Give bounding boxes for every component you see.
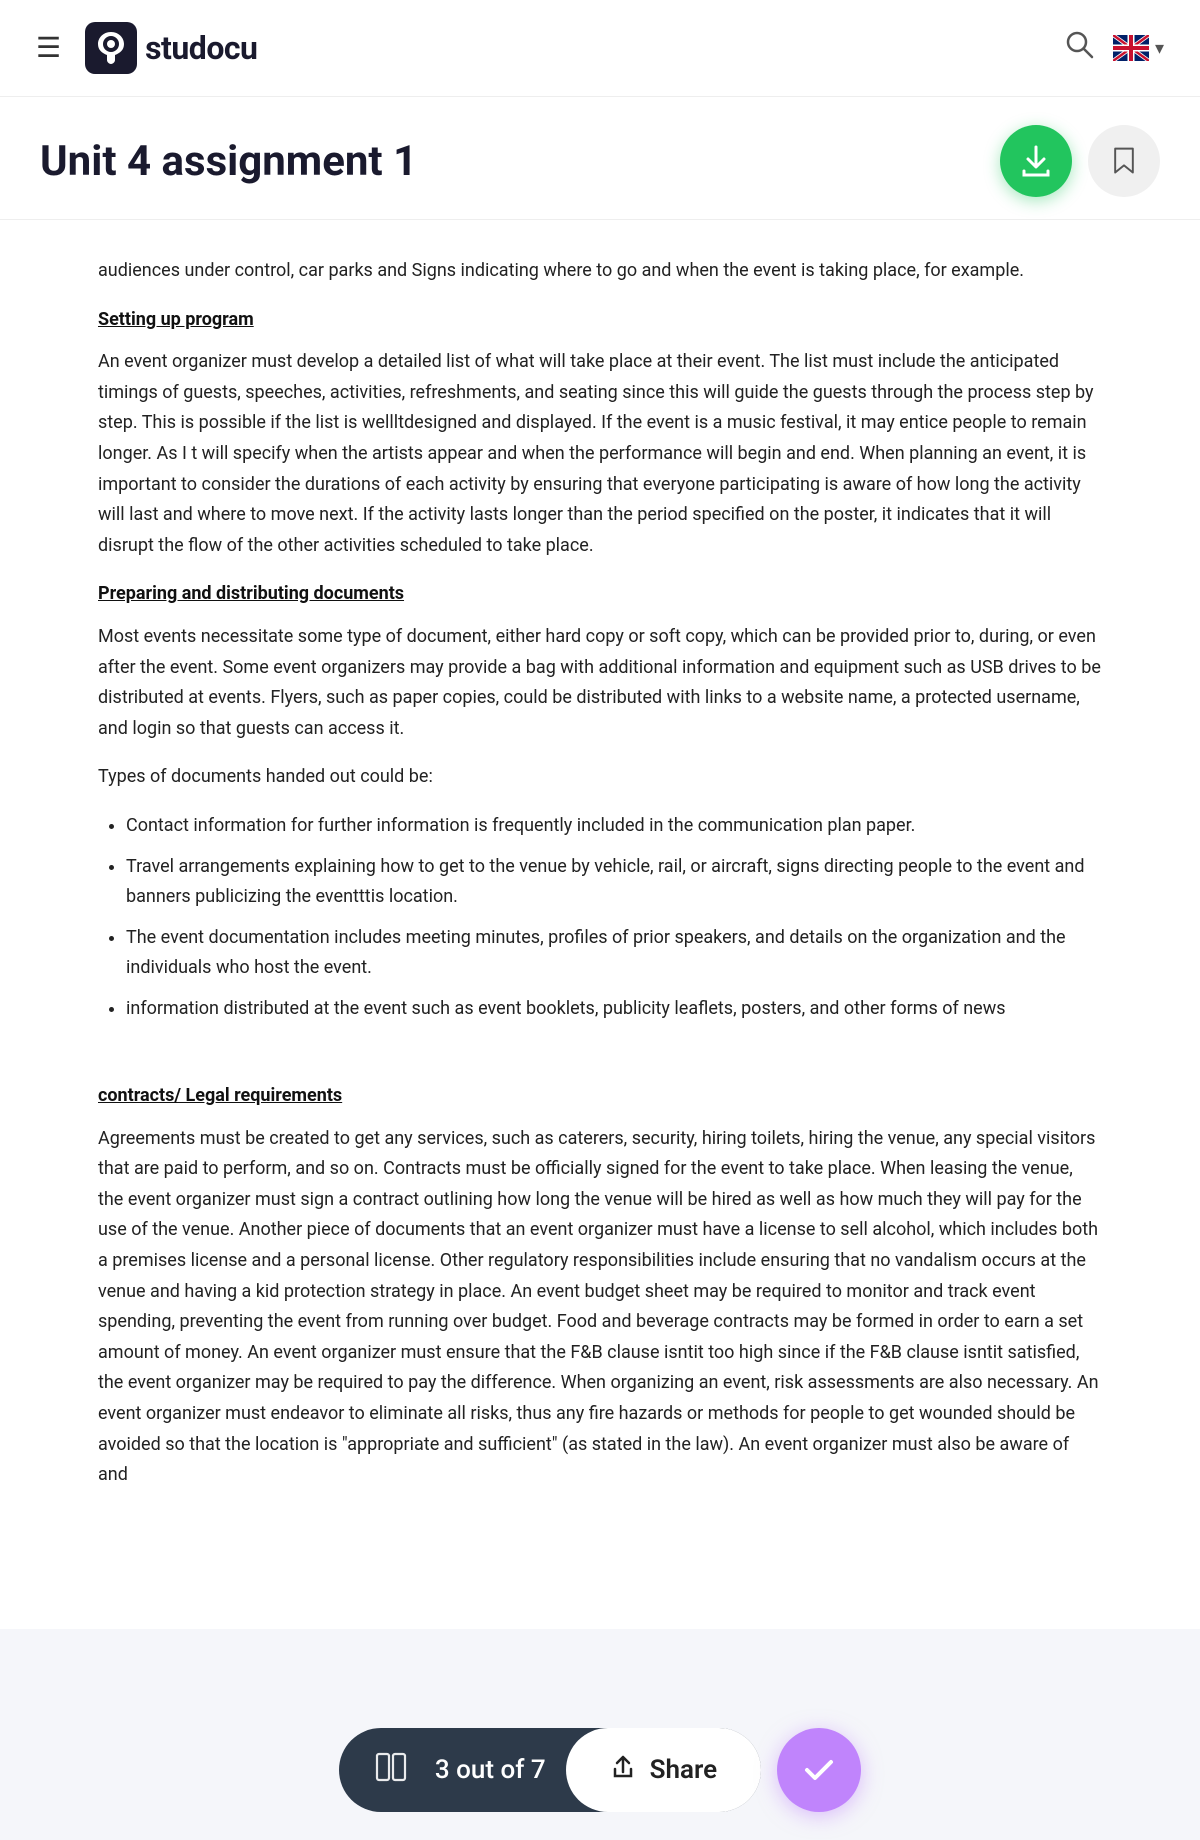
types-intro: Types of documents handed out could be: xyxy=(98,762,1102,793)
content-wrapper: audiences under control, car parks and S… xyxy=(0,220,1200,1629)
logo-text: studocu xyxy=(145,29,257,67)
document-actions xyxy=(1000,125,1160,197)
section1-heading: Setting up program xyxy=(98,305,1102,336)
share-button[interactable]: Share xyxy=(566,1728,761,1812)
studocu-logo-icon xyxy=(85,22,137,74)
page-layout-icon[interactable] xyxy=(375,1751,407,1790)
share-icon xyxy=(610,1754,636,1786)
document-content: audiences under control, car parks and S… xyxy=(50,220,1150,1629)
download-button[interactable] xyxy=(1000,125,1072,197)
list-item: information distributed at the event suc… xyxy=(126,994,1102,1025)
share-label: Share xyxy=(650,1755,717,1785)
download-icon xyxy=(1019,144,1053,178)
bookmark-icon xyxy=(1109,146,1139,176)
bullet-list: Contact information for further informat… xyxy=(126,811,1102,1025)
search-icon[interactable] xyxy=(1063,28,1095,68)
section2-heading: Preparing and distributing documents xyxy=(98,579,1102,610)
bottom-pill: 3 out of 7 Share xyxy=(339,1728,761,1812)
header: ☰ studocu xyxy=(0,0,1200,97)
hamburger-icon[interactable]: ☰ xyxy=(36,34,61,62)
document-title: Unit 4 assignment 1 xyxy=(40,137,417,186)
list-item: The event documentation includes meeting… xyxy=(126,923,1102,984)
section2-body: Most events necessitate some type of doc… xyxy=(98,622,1102,744)
header-right: ▾ xyxy=(1063,28,1164,68)
bookmark-button[interactable] xyxy=(1088,125,1160,197)
uk-flag-icon xyxy=(1113,35,1149,61)
verified-button[interactable] xyxy=(777,1728,861,1812)
language-selector[interactable]: ▾ xyxy=(1113,35,1164,61)
logo[interactable]: studocu xyxy=(85,22,257,74)
page-count: 3 out of 7 xyxy=(435,1755,546,1785)
list-item: Contact information for further informat… xyxy=(126,811,1102,842)
bottom-bar: 3 out of 7 Share xyxy=(0,1700,1200,1840)
document-title-area: Unit 4 assignment 1 xyxy=(0,97,1200,220)
section3-heading: contracts/ Legal requirements xyxy=(98,1081,1102,1112)
section1-body: An event organizer must develop a detail… xyxy=(98,347,1102,561)
section3-body: Agreements must be created to get any se… xyxy=(98,1124,1102,1491)
language-chevron-icon: ▾ xyxy=(1155,38,1164,59)
header-left: ☰ studocu xyxy=(36,22,257,74)
checkmark-icon xyxy=(799,1750,839,1790)
intro-paragraph: audiences under control, car parks and S… xyxy=(98,256,1102,287)
list-item: Travel arrangements explaining how to ge… xyxy=(126,852,1102,913)
